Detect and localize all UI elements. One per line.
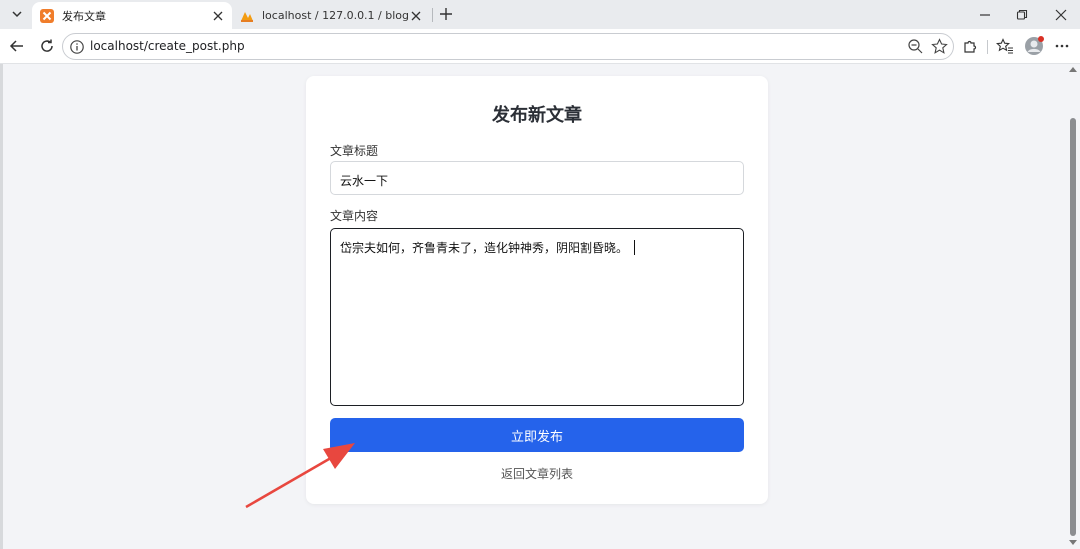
back-button[interactable]: [5, 34, 29, 58]
post-form-card: 发布新文章 文章标题 云水一下 文章内容 岱宗夫如何，齐鲁青未了，造化钟神秀，阴…: [306, 76, 768, 504]
plus-icon: [440, 8, 452, 20]
publish-button[interactable]: 立即发布: [330, 418, 744, 452]
reload-icon: [41, 39, 53, 52]
minimize-icon: [980, 13, 990, 16]
arrow-left-icon: [9, 40, 23, 52]
content-label: 文章内容: [330, 209, 379, 223]
tab-strip: 发布文章 localhost / 127.0.0.1 / blog / user…: [0, 0, 1080, 29]
tab-phpmyadmin[interactable]: localhost / 127.0.0.1 / blog / users: [234, 2, 430, 29]
puzzle-icon: [964, 40, 977, 53]
favorites-icon: [996, 38, 1013, 54]
page-viewport: 发布新文章 文章标题 云水一下 文章内容 岱宗夫如何，齐鲁青未了，造化钟神秀，阴…: [0, 64, 1080, 549]
back-to-list-link[interactable]: 返回文章列表: [306, 465, 768, 482]
restore-button[interactable]: [1004, 0, 1040, 29]
profile-button[interactable]: [1022, 34, 1046, 58]
browser-toolbar: localhost/create_post.php: [0, 29, 1080, 64]
phpmyadmin-icon: [241, 11, 253, 22]
avatar: [1025, 36, 1044, 55]
text-caret: [634, 240, 636, 255]
star-icon[interactable]: [931, 38, 948, 55]
more-icon: [1055, 44, 1069, 48]
tab-title: localhost / 127.0.0.1 / blog / users: [262, 9, 408, 22]
xampp-icon: [40, 8, 54, 23]
chevron-down-icon: [12, 11, 22, 18]
tab-search-button[interactable]: [5, 3, 29, 25]
close-window-button[interactable]: [1043, 0, 1079, 29]
content-text: 岱宗夫如何，齐鲁青未了，造化钟神秀，阴阳割昏晓。: [340, 241, 629, 255]
tab-title: 发布文章: [62, 9, 106, 23]
close-icon: [1055, 9, 1067, 20]
tab-create-post[interactable]: 发布文章: [32, 2, 232, 29]
tab-divider: [432, 8, 433, 22]
new-tab-button[interactable]: [436, 4, 456, 24]
close-tab-icon[interactable]: [210, 8, 226, 24]
toolbar-divider: [987, 40, 988, 54]
favorites-button[interactable]: [993, 34, 1017, 58]
scroll-down-icon[interactable]: [1069, 540, 1077, 545]
address-bar[interactable]: localhost/create_post.php: [62, 33, 954, 60]
zoom-icon[interactable]: [907, 38, 924, 55]
title-input[interactable]: 云水一下: [330, 161, 744, 195]
minimize-button[interactable]: [967, 0, 1003, 29]
more-menu-button[interactable]: [1050, 34, 1074, 58]
reload-button[interactable]: [35, 34, 59, 58]
scroll-up-icon[interactable]: [1069, 67, 1077, 72]
publish-button-label: 立即发布: [510, 429, 563, 445]
url-text: localhost/create_post.php: [90, 39, 245, 53]
browser-window: 发布文章 localhost / 127.0.0.1 / blog / user…: [0, 0, 1080, 549]
page-title: 发布新文章: [492, 105, 582, 126]
scrollbar[interactable]: [1066, 64, 1080, 549]
restore-icon: [1016, 9, 1028, 20]
extensions-button[interactable]: [958, 34, 982, 58]
close-tab-icon[interactable]: [408, 8, 424, 24]
content-textarea[interactable]: 岱宗夫如何，齐鲁青未了，造化钟神秀，阴阳割昏晓。: [330, 228, 744, 406]
title-label: 文章标题: [330, 144, 379, 158]
info-icon[interactable]: [69, 39, 85, 55]
scrollbar-thumb[interactable]: [1070, 118, 1076, 536]
